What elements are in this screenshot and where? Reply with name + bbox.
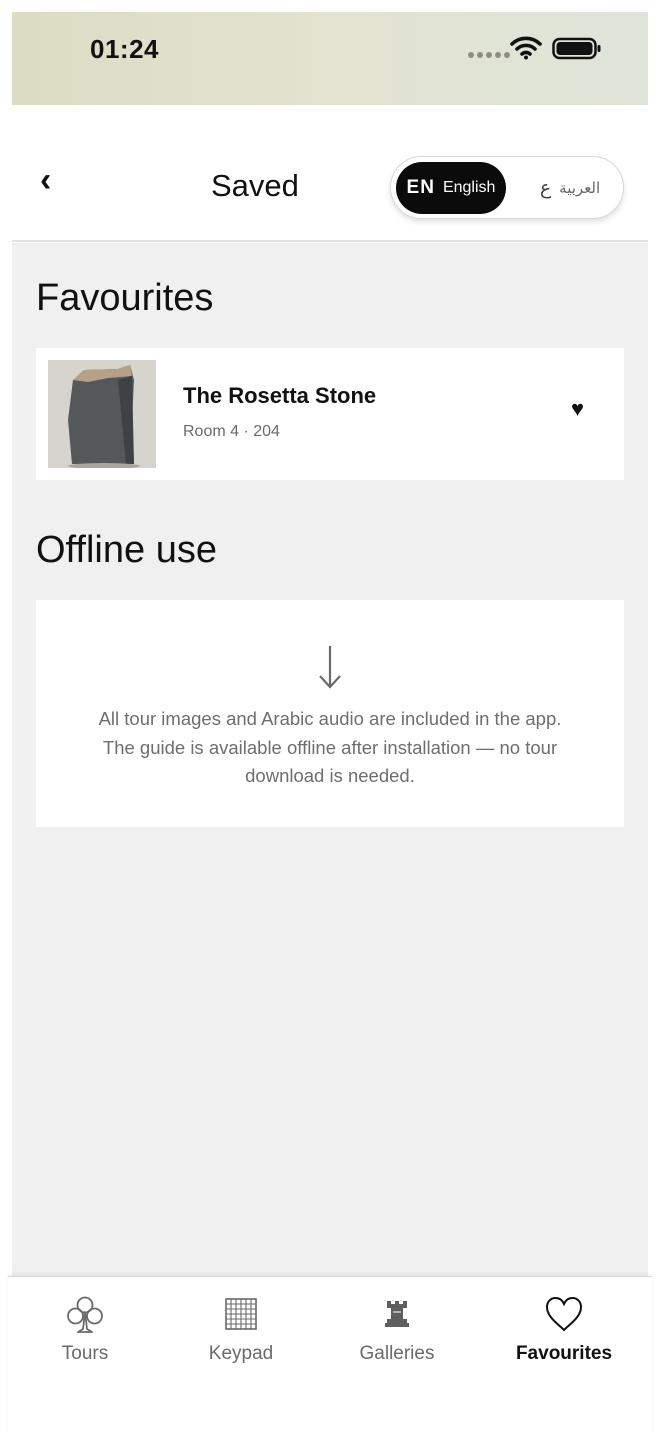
content-area: Favourites The Rosetta Stone Room 4 · 20… <box>12 243 648 1276</box>
favourite-item-title: The Rosetta Stone <box>183 383 377 408</box>
rosetta-stone-thumbnail <box>48 360 156 468</box>
tab-bar: Tours Keypad Galleries Favourites <box>8 1276 652 1434</box>
club-icon <box>65 1291 105 1337</box>
offline-info-card: All tour images and Arabic audio are inc… <box>36 600 624 827</box>
tab-galleries[interactable]: Galleries <box>347 1277 447 1387</box>
tab-label-keypad: Keypad <box>208 1343 274 1364</box>
header: ‹ Saved EN English ع العربية <box>12 105 648 242</box>
language-name-en: English <box>442 179 496 196</box>
language-code-ar: ع <box>539 177 552 199</box>
language-toggle[interactable]: EN English ع العربية <box>390 156 624 219</box>
tab-label-tours: Tours <box>61 1343 109 1364</box>
tab-label-favourites: Favourites <box>515 1343 613 1364</box>
down-arrow-icon <box>319 646 341 689</box>
tab-label-galleries: Galleries <box>359 1343 435 1364</box>
favourites-section-title: Favourites <box>36 277 214 319</box>
signal-dots-icon <box>468 52 510 58</box>
wifi-icon <box>510 36 542 60</box>
favourite-item[interactable]: The Rosetta Stone Room 4 · 204 ♥ <box>36 348 624 480</box>
tab-tours[interactable]: Tours <box>40 1277 130 1387</box>
tab-keypad[interactable]: Keypad <box>196 1277 286 1387</box>
grid-icon <box>225 1291 257 1337</box>
tab-favourites[interactable]: Favourites <box>504 1277 624 1387</box>
language-option-english[interactable]: EN English <box>396 162 506 214</box>
offline-section-title: Offline use <box>36 529 217 571</box>
battery-icon <box>552 37 601 60</box>
rook-icon <box>384 1291 410 1337</box>
favourite-item-meta: Room 4 · 204 <box>183 423 280 440</box>
offline-message: All tour images and Arabic audio are inc… <box>98 708 562 786</box>
language-code-en: EN <box>406 177 435 198</box>
back-button[interactable]: ‹ <box>40 163 51 197</box>
status-time: 01:24 <box>90 34 159 64</box>
favourite-heart-icon[interactable]: ♥ <box>571 398 584 420</box>
heart-outline-icon <box>545 1291 583 1337</box>
language-option-arabic[interactable]: ع العربية <box>521 162 619 214</box>
page-title: Saved <box>211 168 299 203</box>
status-bar: 01:24 <box>12 12 648 105</box>
language-name-ar: العربية <box>559 180 601 197</box>
